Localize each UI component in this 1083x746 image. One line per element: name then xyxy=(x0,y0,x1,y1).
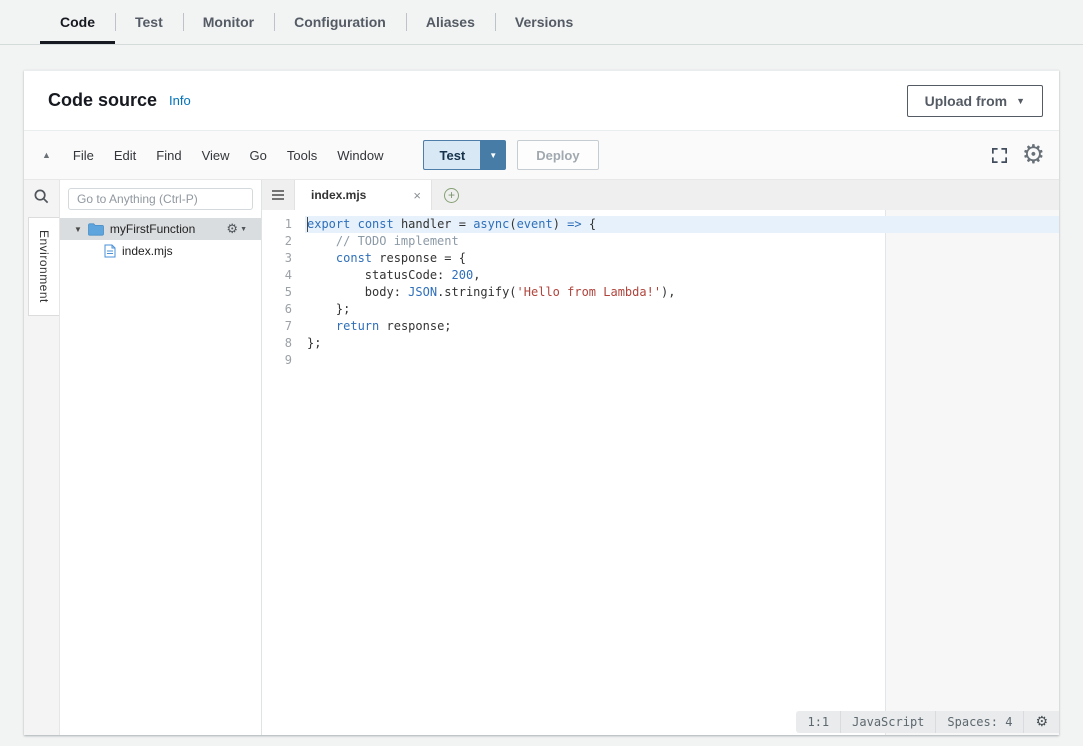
code-line: const response = { xyxy=(305,250,1059,267)
file-tree: ▼ myFirstFunction ⚙▼ xyxy=(60,218,261,262)
editor-main-area: Environment ▼ myFirstFunction ⚙▼ xyxy=(24,180,1059,735)
collapse-panel-icon[interactable]: ▲ xyxy=(42,150,51,160)
menu-go[interactable]: Go xyxy=(240,148,277,163)
nav-tab-monitor[interactable]: Monitor xyxy=(183,0,274,44)
tab-list-icon[interactable] xyxy=(262,180,294,210)
line-number: 2 xyxy=(262,233,292,250)
folder-icon xyxy=(88,223,104,236)
code-line: return response; xyxy=(305,318,1059,335)
code-source-card: Code source Info Upload from ▼ ▲ FileEdi… xyxy=(24,70,1059,735)
code-source-header: Code source Info Upload from ▼ xyxy=(24,71,1059,131)
editor-toolbar: ▲ FileEditFindViewGoToolsWindow Test ▼ D… xyxy=(24,131,1059,180)
code-line xyxy=(305,352,1059,369)
goto-anything-input[interactable] xyxy=(68,188,253,210)
test-dropdown-button[interactable]: ▼ xyxy=(480,140,506,170)
indent-setting[interactable]: Spaces: 4 xyxy=(935,711,1023,733)
nav-tab-versions[interactable]: Versions xyxy=(495,0,593,44)
environment-tab[interactable]: Environment xyxy=(28,217,59,316)
upload-from-button[interactable]: Upload from ▼ xyxy=(907,85,1043,117)
menu-tools[interactable]: Tools xyxy=(277,148,327,163)
chevron-down-icon: ▼ xyxy=(1016,96,1025,106)
environment-tab-label: Environment xyxy=(37,230,51,303)
line-number: 5 xyxy=(262,284,292,301)
file-name: index.mjs xyxy=(122,244,173,258)
gutter: 123456789 xyxy=(262,216,305,369)
deploy-button[interactable]: Deploy xyxy=(517,140,598,170)
code-line: // TODO implement xyxy=(305,233,1059,250)
chevron-down-icon: ▼ xyxy=(489,151,497,160)
line-number: 3 xyxy=(262,250,292,267)
upload-from-label: Upload from xyxy=(925,93,1007,109)
language-mode[interactable]: JavaScript xyxy=(840,711,935,733)
code-line: statusCode: 200, xyxy=(305,267,1059,284)
folder-settings-icon[interactable]: ⚙▼ xyxy=(226,222,247,237)
editor-tab-label: index.mjs xyxy=(311,188,366,202)
editor-status-bar: 1:1 JavaScript Spaces: 4 ⚙ xyxy=(796,711,1059,733)
page-title: Code source xyxy=(48,90,157,111)
code-line: }; xyxy=(305,335,1059,352)
js-file-icon xyxy=(104,244,116,258)
line-number: 4 xyxy=(262,267,292,284)
nav-tab-code[interactable]: Code xyxy=(40,0,115,44)
folder-name: myFirstFunction xyxy=(110,222,195,236)
new-tab-icon[interactable]: + xyxy=(444,188,459,203)
code-editor: index.mjs × + 123456789 export const han… xyxy=(262,180,1059,735)
nav-tab-aliases[interactable]: Aliases xyxy=(406,0,495,44)
code-line: export const handler = async(event) => { xyxy=(305,216,1059,233)
editor-tab-bar: index.mjs × + xyxy=(262,180,1059,210)
editor-actions: Test ▼ Deploy xyxy=(423,140,598,170)
function-nav-tabs: CodeTestMonitorConfigurationAliasesVersi… xyxy=(0,0,1083,45)
nav-tab-configuration[interactable]: Configuration xyxy=(274,0,406,44)
toolbar-right-icons: ⚙ xyxy=(990,142,1045,168)
line-number: 6 xyxy=(262,301,292,318)
line-number: 8 xyxy=(262,335,292,352)
line-number: 7 xyxy=(262,318,292,335)
text-cursor xyxy=(307,217,308,232)
chevron-expanded-icon[interactable]: ▼ xyxy=(74,225,82,234)
menu-find[interactable]: Find xyxy=(146,148,191,163)
info-link[interactable]: Info xyxy=(169,93,191,108)
menu-edit[interactable]: Edit xyxy=(104,148,146,163)
editor-tab-index-mjs[interactable]: index.mjs × xyxy=(294,180,432,210)
tree-file-index-mjs[interactable]: index.mjs xyxy=(60,240,261,262)
cursor-position[interactable]: 1:1 xyxy=(796,711,840,733)
menu-window[interactable]: Window xyxy=(327,148,393,163)
code-line: body: JSON.stringify('Hello from Lambda!… xyxy=(305,284,1059,301)
nav-tab-test[interactable]: Test xyxy=(115,0,183,44)
side-strip: Environment xyxy=(24,180,60,735)
test-split-button: Test ▼ xyxy=(423,140,506,170)
search-icon[interactable] xyxy=(33,188,50,205)
file-tree-panel: ▼ myFirstFunction ⚙▼ xyxy=(60,180,262,735)
fullscreen-icon[interactable] xyxy=(990,146,1009,165)
status-settings-gear-icon[interactable]: ⚙ xyxy=(1023,711,1059,733)
menu-view[interactable]: View xyxy=(192,148,240,163)
tree-folder-myfirstfunction[interactable]: ▼ myFirstFunction ⚙▼ xyxy=(60,218,261,240)
line-number: 1 xyxy=(262,216,292,233)
code-area[interactable]: 123456789 export const handler = async(e… xyxy=(262,210,1059,735)
code-lines: export const handler = async(event) => {… xyxy=(305,216,1059,369)
menu-file[interactable]: File xyxy=(63,148,104,163)
line-number: 9 xyxy=(262,352,292,369)
test-button[interactable]: Test xyxy=(423,140,480,170)
editor-preferences-gear-icon[interactable]: ⚙ xyxy=(1022,142,1045,168)
editor-menu-bar: FileEditFindViewGoToolsWindow xyxy=(63,148,394,163)
code-line: }; xyxy=(305,301,1059,318)
close-tab-icon[interactable]: × xyxy=(413,188,421,203)
